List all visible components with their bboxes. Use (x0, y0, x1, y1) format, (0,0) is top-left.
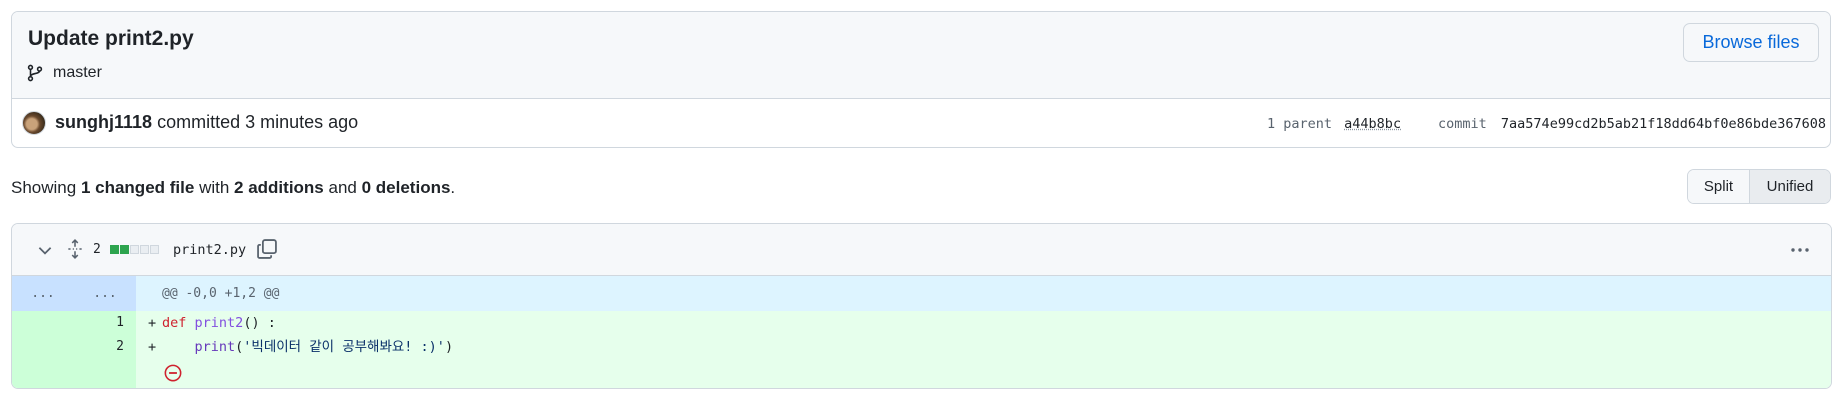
hunk-header-row: ... ... @@ -0,0 +1,2 @@ (12, 276, 1831, 311)
line-code: + print('빅데이터 같이 공부해봐요! :)') (136, 335, 1831, 359)
paren-token: ) (444, 339, 454, 355)
commit-hash: 7aa574e99cd2b5ab21f18dd64bf0e86bde367608 (1500, 116, 1827, 132)
file-diff: 2 print2.py ... ... @@ -0,0 +1,2 @@ 1 + d… (11, 223, 1832, 389)
file-header: 2 print2.py (12, 224, 1831, 276)
diffstat-addition-block (120, 245, 129, 254)
hunk-expand-right[interactable]: ... (74, 276, 136, 311)
commit-title: Update print2.py (28, 27, 194, 50)
new-line-number[interactable]: 1 (74, 311, 136, 335)
old-line-number (12, 335, 74, 359)
summary-deletions: 0 deletions (361, 178, 451, 197)
function-name-token: print2 (194, 315, 244, 331)
line-code: + def print2() : (136, 311, 1831, 335)
no-newline-cell (136, 359, 1831, 388)
commit-header: Update print2.py master Browse files sun… (11, 11, 1831, 148)
author-link[interactable]: sunghj1118 (55, 112, 152, 132)
commit-meta: sunghj1118 committed 3 minutes ago 1 par… (12, 99, 1830, 147)
diff-view-toggle: Split Unified (1687, 169, 1831, 204)
split-view-button[interactable]: Split (1688, 170, 1750, 203)
diffstat-neutral-block (130, 245, 139, 254)
parent-label: 1 parent (1267, 116, 1333, 132)
parent-hash-link[interactable]: a44b8bc (1344, 116, 1401, 132)
addition-marker: + (148, 339, 157, 355)
diff-line: 1 + def print2() : (12, 311, 1831, 335)
no-entry-icon (164, 364, 182, 382)
diffstat (110, 245, 159, 254)
diff-line: 2 + print('빅데이터 같이 공부해봐요! :)') (12, 335, 1831, 359)
indent-token (162, 339, 195, 355)
new-line-number[interactable]: 2 (74, 335, 136, 359)
parent-info: 1 parent a44b8bc (1267, 116, 1401, 132)
summary-with: with (199, 178, 230, 197)
old-line-number (12, 311, 74, 335)
copy-icon[interactable] (256, 238, 278, 260)
diffstat-addition-block (110, 245, 119, 254)
commit-title-bar: Update print2.py master Browse files (12, 12, 1830, 99)
no-newline-row (12, 359, 1831, 388)
change-count: 2 (93, 242, 101, 257)
commit-time[interactable]: 3 minutes ago (245, 112, 358, 132)
addition-marker: + (148, 315, 157, 331)
diffstat-neutral-block (150, 245, 159, 254)
commit-label: commit (1438, 116, 1487, 132)
builtin-token: print (194, 339, 236, 355)
browse-files-button[interactable]: Browse files (1683, 23, 1819, 62)
string-token: '빅데이터 같이 공부해봐요! :)' (243, 339, 445, 355)
summary-period: . (450, 178, 456, 197)
branch-indicator: master (26, 64, 102, 82)
commit-action: committed (157, 112, 241, 132)
summary-and: and (328, 178, 357, 197)
author-line: sunghj1118 committed 3 minutes ago (55, 112, 358, 133)
commit-info: commit 7aa574e99cd2b5ab21f18dd64bf0e86bd… (1438, 116, 1826, 132)
summary-additions: 2 additions (234, 178, 324, 197)
code-token: () : (243, 315, 276, 331)
line-gutter (12, 359, 136, 388)
summary-changed: 1 changed file (80, 178, 195, 197)
diff-summary: Showing 1 changed file with 2 additions … (11, 178, 455, 198)
branch-name[interactable]: master (53, 64, 102, 82)
kebab-horizontal-icon[interactable] (1789, 242, 1811, 258)
summary-showing: Showing (11, 178, 77, 197)
unified-view-button[interactable]: Unified (1750, 170, 1830, 203)
diffstat-neutral-block (140, 245, 149, 254)
avatar[interactable] (22, 111, 46, 135)
file-name[interactable]: print2.py (173, 242, 246, 258)
hunk-header: @@ -0,0 +1,2 @@ (136, 276, 1831, 311)
git-branch-icon (27, 64, 43, 82)
keyword-token: def (162, 315, 187, 331)
unfold-icon[interactable] (66, 239, 84, 259)
hunk-expand-left[interactable]: ... (12, 276, 74, 311)
chevron-down-icon[interactable] (36, 241, 54, 259)
